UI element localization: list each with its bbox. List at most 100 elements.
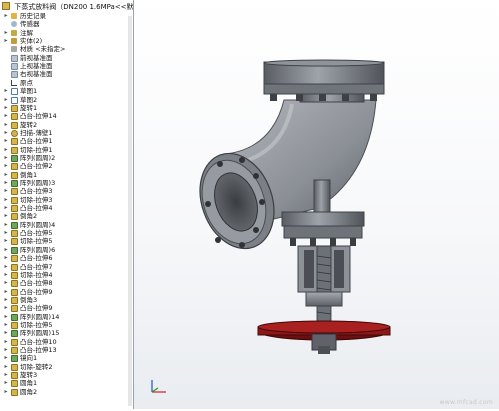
expand-arrow-icon[interactable]: ▸ bbox=[3, 121, 9, 129]
expand-arrow-icon[interactable]: ▸ bbox=[3, 37, 9, 45]
tree-item-label: 凸台-拉伸9 bbox=[20, 304, 53, 313]
expand-arrow-icon[interactable]: ▸ bbox=[3, 288, 9, 296]
tree-item-label: 阵列(圆周)3 bbox=[20, 179, 56, 187]
chamfer-icon bbox=[11, 171, 18, 179]
cut-extrude-icon bbox=[11, 238, 18, 246]
expand-arrow-icon[interactable]: ▸ bbox=[3, 112, 9, 120]
cut-extrude-icon bbox=[11, 146, 18, 154]
extrude-icon bbox=[11, 263, 18, 271]
plane-icon bbox=[11, 63, 18, 71]
revolve-icon bbox=[11, 121, 18, 129]
tree-item-label: 切除-拉伸5 bbox=[20, 237, 53, 246]
expand-arrow-icon[interactable]: ▸ bbox=[3, 296, 9, 304]
expand-arrow-icon[interactable]: ▸ bbox=[3, 129, 9, 137]
tree-item-label: 切除-拉伸5 bbox=[20, 320, 53, 329]
expand-arrow-icon[interactable]: ▸ bbox=[3, 313, 9, 321]
origin-icon bbox=[11, 79, 17, 86]
tree-item-label: 阵列(圆周)6 bbox=[20, 245, 56, 254]
expand-arrow-icon[interactable]: ▸ bbox=[3, 96, 9, 104]
expand-arrow-icon[interactable]: ▸ bbox=[3, 379, 9, 387]
expand-arrow-icon[interactable]: ▸ bbox=[3, 321, 9, 329]
tree-item-label: 凸台-拉伸5 bbox=[20, 229, 53, 238]
expand-arrow-icon[interactable]: ▸ bbox=[3, 354, 9, 362]
extrude-icon bbox=[11, 347, 18, 354]
expand-arrow-icon[interactable]: ▸ bbox=[3, 363, 9, 371]
expand-arrow-icon[interactable]: ▸ bbox=[3, 204, 9, 212]
circular-pattern-icon bbox=[11, 330, 18, 338]
expand-arrow-icon[interactable]: ▸ bbox=[3, 154, 9, 162]
graphics-viewport[interactable]: www.mfcad.com bbox=[134, 0, 499, 409]
expand-arrow-icon[interactable]: ▸ bbox=[3, 146, 9, 154]
valve-stem-upper bbox=[313, 179, 331, 215]
expand-arrow-icon[interactable]: ▸ bbox=[3, 179, 9, 187]
top-flange-top bbox=[263, 59, 385, 67]
tree-item-label: 传感器 bbox=[20, 20, 40, 29]
sensor-icon bbox=[11, 21, 17, 28]
tree-item-label: 凸台-拉伸6 bbox=[20, 254, 53, 263]
expand-arrow-icon[interactable]: ▸ bbox=[3, 346, 9, 354]
tree-item-label: 凸台-拉伸1 bbox=[20, 137, 53, 146]
material-icon bbox=[11, 46, 17, 53]
expand-arrow-icon[interactable]: ▸ bbox=[3, 12, 9, 20]
expand-arrow-icon[interactable]: ▸ bbox=[3, 338, 9, 346]
cut-extrude-icon bbox=[11, 321, 18, 329]
tree-root-label: 下蒸式放料阀（DN200 1.6MPa<<默认>_显示 bbox=[14, 3, 134, 11]
part-icon bbox=[2, 2, 10, 10]
tree-item-label: 旋转1 bbox=[20, 103, 38, 112]
tree-item-label: 扫描-薄壁1 bbox=[20, 128, 53, 137]
tree-item-label: 历史记录 bbox=[20, 12, 46, 20]
valve-3d-model[interactable] bbox=[134, 0, 499, 409]
revolve-icon bbox=[11, 104, 18, 112]
expand-arrow-icon[interactable]: ▸ bbox=[3, 171, 9, 179]
expand-arrow-icon[interactable]: ▸ bbox=[3, 237, 9, 245]
expand-arrow-icon[interactable]: ▸ bbox=[3, 196, 9, 204]
circular-pattern-icon bbox=[11, 246, 18, 254]
tree-root-part[interactable]: 下蒸式放料阀（DN200 1.6MPa<<默认>_显示 bbox=[2, 2, 134, 11]
mirror-icon bbox=[11, 355, 18, 363]
extrude-icon bbox=[11, 280, 18, 288]
expand-arrow-icon[interactable]: ▸ bbox=[3, 221, 9, 229]
cut-extrude-icon bbox=[11, 271, 18, 279]
expand-arrow-icon[interactable]: ▸ bbox=[3, 29, 9, 37]
expand-arrow-icon[interactable]: ▸ bbox=[3, 263, 9, 271]
sweep-icon bbox=[11, 129, 18, 137]
gland-nut bbox=[305, 291, 343, 307]
expand-arrow-icon[interactable]: ▸ bbox=[3, 137, 9, 145]
expand-arrow-icon[interactable]: ▸ bbox=[3, 104, 9, 112]
extrude-icon bbox=[11, 138, 18, 146]
extrude-icon bbox=[11, 288, 18, 296]
expand-arrow-icon[interactable]: ▸ bbox=[3, 279, 9, 287]
tree-item-label: 倒角3 bbox=[20, 295, 38, 304]
expand-arrow-icon[interactable]: ▸ bbox=[3, 254, 9, 262]
expand-arrow-icon[interactable]: ▸ bbox=[3, 371, 9, 379]
tree-item-label: 切除-拉伸3 bbox=[20, 195, 53, 204]
tree-item-label: 上视基准面 bbox=[20, 62, 53, 71]
tree-scrollbar[interactable] bbox=[128, 16, 132, 406]
expand-arrow-icon[interactable]: ▸ bbox=[3, 87, 9, 95]
expand-arrow-icon[interactable]: ▸ bbox=[3, 271, 9, 279]
expand-arrow-icon[interactable]: ▸ bbox=[3, 212, 9, 220]
yoke-window-right bbox=[334, 250, 344, 288]
lower-flange-bolts bbox=[290, 238, 356, 246]
tree-item-label: 原点 bbox=[20, 78, 33, 87]
tree-item-label: 镜向1 bbox=[20, 354, 38, 363]
expand-arrow-icon[interactable]: ▸ bbox=[3, 388, 9, 396]
revolve-icon bbox=[11, 372, 18, 380]
tree-item-label: 注解 bbox=[20, 28, 33, 37]
cut-extrude-icon bbox=[11, 196, 18, 204]
expand-arrow-icon[interactable]: ▸ bbox=[3, 229, 9, 237]
expand-arrow-icon[interactable]: ▸ bbox=[3, 246, 9, 254]
tree-item-label: 阵列(圆周)14 bbox=[20, 312, 60, 321]
expand-arrow-icon[interactable]: ▸ bbox=[3, 162, 9, 170]
threaded-stem bbox=[316, 245, 332, 331]
tree-item-label: 凸台-拉伸7 bbox=[20, 262, 53, 271]
extrude-icon bbox=[11, 163, 18, 171]
expand-arrow-icon[interactable]: ▸ bbox=[3, 304, 9, 312]
expand-arrow-icon[interactable]: ▸ bbox=[3, 329, 9, 337]
lower-flange bbox=[281, 211, 365, 227]
tree-item-label: 切除-拉伸4 bbox=[20, 270, 53, 279]
expand-arrow-icon[interactable]: ▸ bbox=[3, 187, 9, 195]
extrude-icon bbox=[11, 338, 18, 346]
tree-item-label: 圆角1 bbox=[20, 379, 38, 388]
plane-icon bbox=[11, 71, 18, 79]
